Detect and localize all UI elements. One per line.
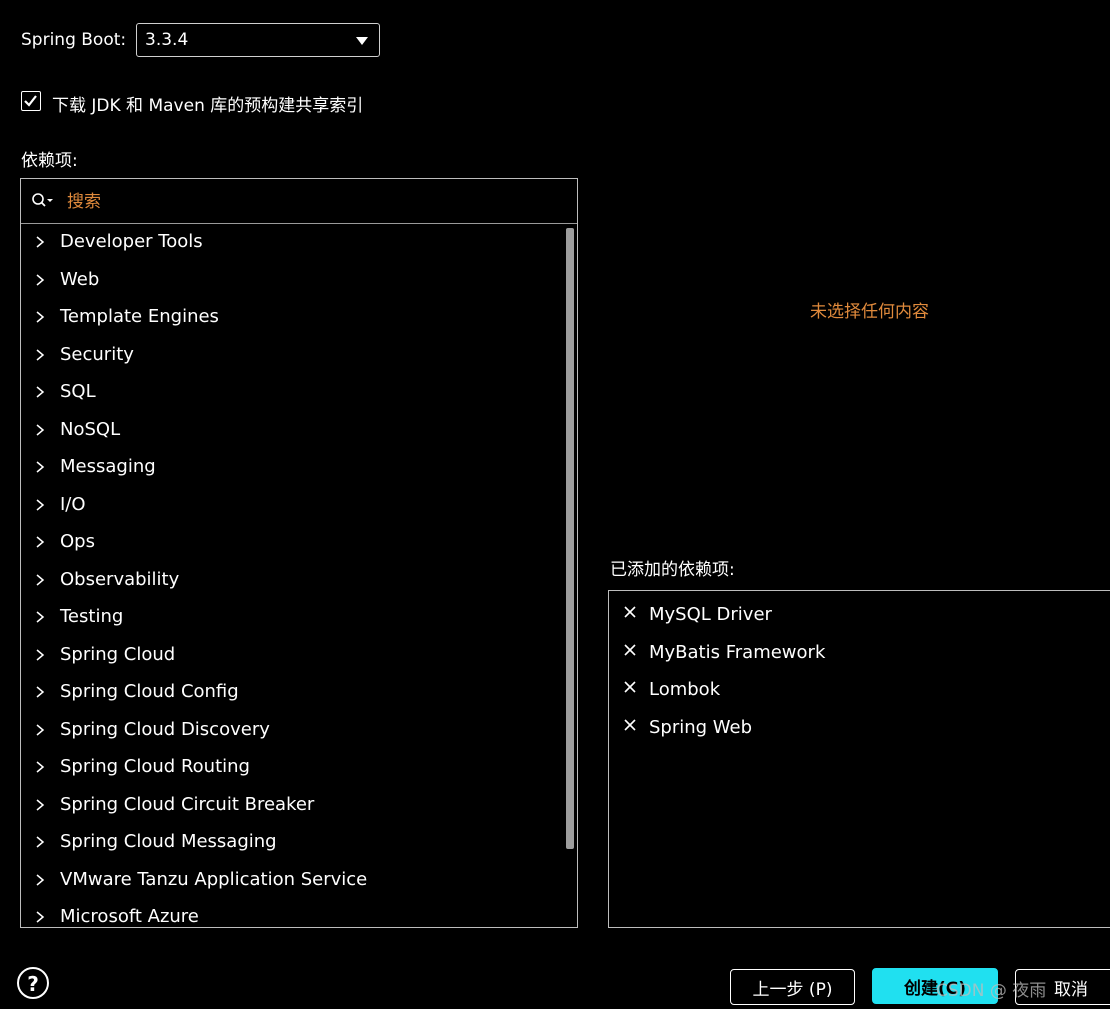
category-label: Microsoft Azure [60, 906, 199, 927]
added-dependency-item: MyBatis Framework [609, 633, 1099, 670]
added-dependency-item: Lombok [609, 670, 1099, 707]
category-label: Spring Cloud Circuit Breaker [60, 793, 315, 815]
category-item[interactable]: Web [21, 262, 565, 300]
dependencies-label: 依赖项: [21, 151, 78, 171]
chevron-right-icon[interactable] [33, 534, 47, 550]
added-dependency-label: MyBatis Framework [649, 641, 826, 663]
category-label: Spring Cloud [60, 643, 176, 665]
category-label: Ops [60, 531, 95, 552]
category-label: Spring Cloud Config [60, 681, 239, 702]
search-bar [21, 179, 577, 224]
category-label: Security [60, 343, 134, 365]
category-item[interactable]: Security [21, 337, 565, 375]
category-label: Observability [60, 568, 180, 590]
scrollbar[interactable] [566, 228, 574, 849]
chevron-right-icon[interactable] [33, 722, 47, 738]
category-item[interactable]: Testing [21, 599, 565, 637]
chevron-right-icon[interactable] [33, 834, 47, 850]
chevron-right-icon[interactable] [33, 572, 47, 588]
added-dependency-item: MySQL Driver [609, 595, 1099, 632]
category-item[interactable]: Spring Cloud Messaging [21, 824, 565, 862]
spring-boot-version-value: 3.3.4 [145, 30, 189, 50]
chevron-right-icon[interactable] [33, 909, 47, 925]
category-item[interactable]: NoSQL [21, 412, 565, 450]
added-dependency-label: Lombok [649, 679, 721, 700]
watermark: CSDN @ 夜雨 [936, 981, 1047, 1001]
chevron-right-icon[interactable] [33, 797, 47, 813]
added-dependencies-label: 已添加的依赖项: [610, 560, 735, 580]
category-label: Testing [60, 606, 124, 627]
chevron-right-icon[interactable] [33, 497, 47, 513]
empty-selection-message: 未选择任何内容 [810, 302, 929, 322]
category-label: Web [60, 268, 100, 290]
category-item[interactable]: Messaging [21, 449, 565, 487]
chevron-right-icon[interactable] [33, 347, 47, 363]
category-item[interactable]: Spring Cloud Circuit Breaker [21, 787, 565, 825]
category-label: VMware Tanzu Application Service [60, 868, 368, 890]
spring-boot-version-select[interactable]: 3.3.4 [136, 23, 380, 57]
shared-index-label: 下载 JDK 和 Maven 库的预构建共享索引 [52, 96, 364, 116]
search-icon[interactable] [31, 192, 55, 210]
dependencies-panel: Developer Tools Web Template Engines Securi… [20, 178, 578, 928]
added-dependencies-panel: MySQL Driver MyBatis Framework Lombok Sprin… [608, 590, 1110, 928]
dependency-category-list: Developer Tools Web Template Engines Securi… [21, 224, 565, 927]
shared-index-checkbox[interactable] [21, 91, 41, 111]
category-item[interactable]: Spring Cloud Config [21, 674, 565, 712]
category-item[interactable]: VMware Tanzu Application Service [21, 862, 565, 900]
remove-icon[interactable] [622, 642, 638, 658]
category-label: Template Engines [60, 306, 219, 327]
category-label: Spring Cloud Messaging [60, 831, 277, 852]
chevron-right-icon[interactable] [33, 609, 47, 625]
category-item[interactable]: I/O [21, 487, 565, 525]
category-item[interactable]: Spring Cloud Routing [21, 749, 565, 787]
remove-icon[interactable] [622, 679, 638, 695]
added-dependency-label: MySQL Driver [649, 604, 772, 625]
category-label: NoSQL [60, 418, 121, 440]
category-label: Messaging [60, 456, 156, 477]
chevron-right-icon[interactable] [33, 234, 47, 250]
chevron-right-icon[interactable] [33, 759, 47, 775]
chevron-right-icon[interactable] [33, 684, 47, 700]
category-item[interactable]: Observability [21, 562, 565, 600]
chevron-right-icon[interactable] [33, 272, 47, 288]
checkmark-icon [24, 95, 37, 107]
remove-icon[interactable] [622, 717, 638, 733]
chevron-right-icon[interactable] [33, 872, 47, 888]
category-label: I/O [60, 493, 86, 515]
category-item[interactable]: Spring Cloud [21, 637, 565, 675]
dropdown-arrow-icon [356, 37, 368, 45]
category-label: Developer Tools [60, 231, 203, 252]
category-label: SQL [60, 381, 96, 402]
chevron-right-icon[interactable] [33, 422, 47, 438]
added-dependency-label: Spring Web [649, 716, 753, 738]
category-item[interactable]: Template Engines [21, 299, 565, 337]
category-item[interactable]: Spring Cloud Discovery [21, 712, 565, 750]
previous-button[interactable]: 上一步 (P) [730, 969, 855, 1005]
category-item[interactable]: Microsoft Azure [21, 899, 565, 927]
remove-icon[interactable] [622, 604, 638, 620]
category-item[interactable]: Developer Tools [21, 224, 565, 262]
chevron-right-icon[interactable] [33, 647, 47, 663]
help-icon: ? [27, 972, 39, 996]
category-item[interactable]: Ops [21, 524, 565, 562]
search-input[interactable] [65, 188, 549, 216]
added-dependency-item: Spring Web [609, 708, 1099, 745]
chevron-right-icon[interactable] [33, 459, 47, 475]
help-button[interactable]: ? [17, 967, 49, 999]
chevron-right-icon[interactable] [33, 309, 47, 325]
category-label: Spring Cloud Discovery [60, 718, 270, 740]
spring-boot-label: Spring Boot: [21, 30, 127, 50]
category-item[interactable]: SQL [21, 374, 565, 412]
chevron-right-icon[interactable] [33, 384, 47, 400]
category-label: Spring Cloud Routing [60, 756, 250, 777]
